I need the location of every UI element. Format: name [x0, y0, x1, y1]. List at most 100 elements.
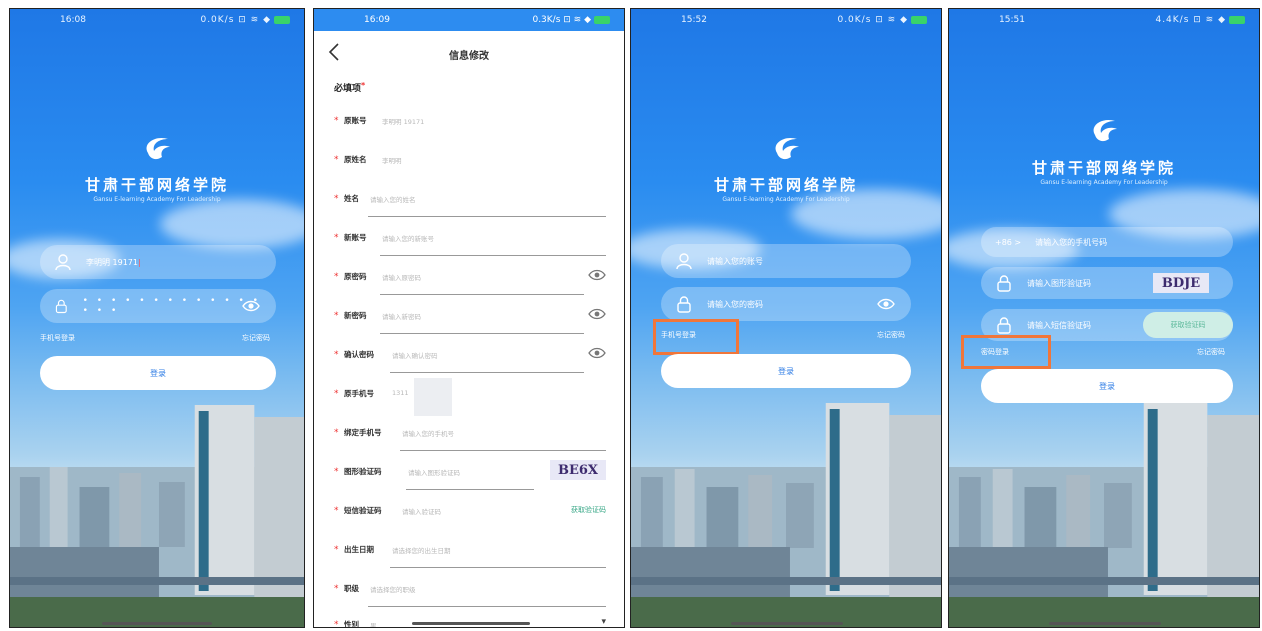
sms-placeholder: 请输入短信验证码: [1027, 320, 1091, 330]
required-section-title: 必填项*: [334, 81, 366, 94]
account-value: 李明明 19171: [86, 257, 138, 267]
bind-phone-input[interactable]: 请输入您的手机号: [402, 428, 454, 438]
field-sms-code[interactable]: * 短信验证码 请输入验证码 获取验证码: [334, 503, 606, 533]
status-icons: 0.3K/s ⊡ ≋ ◆: [532, 15, 610, 25]
highlight-box: [653, 319, 739, 355]
field-new-password[interactable]: * 新密码 请输入新密码: [334, 308, 606, 338]
login-button[interactable]: 登录: [661, 354, 911, 388]
academy-logo-icon: [140, 133, 176, 163]
eye-icon[interactable]: [242, 298, 260, 314]
password-placeholder: 请输入您的密码: [707, 299, 763, 309]
field-graphic-captcha[interactable]: * 图形验证码 请输入图形验证码 BE6X: [334, 460, 606, 494]
confirm-password-input[interactable]: 请输入确认密码: [392, 350, 438, 360]
net-speed: 0.3K/s: [532, 15, 561, 25]
battery-icon: [594, 15, 610, 24]
city-skyline-image: [10, 397, 304, 627]
field-original-account: * 原账号 李明明 19171: [334, 116, 425, 126]
eye-icon[interactable]: [588, 345, 606, 359]
net-speed: 4.4K/s: [1155, 15, 1190, 25]
status-icons: 4.4K/s ⊡ ≋ ◆: [1155, 15, 1245, 25]
field-label: 原账号: [344, 116, 367, 125]
name-input[interactable]: 请输入您的姓名: [370, 194, 416, 204]
field-bind-phone[interactable]: * 绑定手机号 请输入您的手机号: [334, 425, 606, 455]
brand-title: 甘肃干部网络学院: [1031, 159, 1176, 177]
field-label: 出生日期: [344, 545, 374, 554]
divider: [368, 216, 606, 217]
phone-login-link[interactable]: 手机号登录: [40, 333, 75, 343]
get-sms-code-button[interactable]: 获取验证码: [571, 505, 606, 515]
brand-subtitle: Gansu E-learning Academy For Leadership: [1040, 179, 1168, 186]
field-label: 性别: [344, 620, 359, 628]
sms-code-input[interactable]: 请输入验证码: [402, 506, 441, 516]
field-rank[interactable]: * 职级 请选择您的职级: [334, 581, 606, 611]
academy-logo-icon: [769, 133, 805, 163]
field-label: 姓名: [344, 194, 359, 203]
rank-picker[interactable]: 请选择您的职级: [370, 584, 416, 594]
required-label: 必填项: [334, 84, 362, 94]
divider: [380, 255, 606, 256]
status-time: 16:08: [60, 15, 86, 25]
account-placeholder: 请输入您的账号: [707, 256, 763, 266]
field-birth-date[interactable]: * 出生日期 请选择您的出生日期: [334, 542, 606, 572]
status-bar: 16:08 0.0K/s ⊡ ≋ ◆: [10, 9, 304, 31]
divider: [390, 567, 606, 568]
field-name[interactable]: * 姓名 请输入您的姓名: [334, 191, 606, 221]
field-original-name: * 原姓名 李明明: [334, 155, 402, 165]
brand-subtitle: Gansu E-learning Academy For Leadership: [93, 196, 221, 203]
field-label: 新账号: [344, 233, 367, 242]
birth-date-picker[interactable]: 请选择您的出生日期: [392, 545, 451, 555]
divider: [400, 450, 606, 451]
city-skyline-image: [631, 397, 941, 627]
account-input[interactable]: 请输入您的账号: [661, 244, 911, 278]
forgot-password-link[interactable]: 忘记密码: [242, 333, 270, 343]
account-input[interactable]: 李明明 19171 |: [40, 245, 276, 279]
login-button[interactable]: 登录: [40, 356, 276, 390]
field-value: 1311: [392, 389, 409, 397]
old-password-input[interactable]: 请输入原密码: [382, 272, 421, 282]
phone-screen-edit-info: 16:09 0.3K/s ⊡ ≋ ◆ 信息修改 必填项* * 原账号 李明明 19…: [313, 8, 625, 628]
phone-placeholder: 请输入您的手机号码: [1035, 237, 1108, 247]
new-password-input[interactable]: 请输入新密码: [382, 311, 421, 321]
eye-icon[interactable]: [877, 296, 895, 312]
gender-select[interactable]: 男: [370, 620, 377, 627]
field-confirm-password[interactable]: * 确认密码 请输入确认密码: [334, 347, 606, 377]
user-icon: [675, 252, 693, 270]
phone-number-input[interactable]: +86 > 请输入您的手机号码: [981, 227, 1233, 257]
country-code-selector[interactable]: +86 >: [995, 238, 1021, 247]
brand-title: 甘肃干部网络学院: [84, 176, 229, 194]
eye-icon[interactable]: [588, 267, 606, 281]
brand-subtitle: Gansu E-learning Academy For Leadership: [722, 196, 850, 203]
highlight-box: [961, 335, 1051, 369]
field-new-account[interactable]: * 新账号 请输入您的新账号: [334, 230, 606, 260]
home-indicator: [102, 622, 212, 625]
forgot-password-link[interactable]: 忘记密码: [877, 330, 905, 340]
password-input[interactable]: • • • • • • • • • • • • • • • •: [40, 289, 276, 323]
chevron-down-icon[interactable]: ▾: [601, 617, 606, 627]
divider: [380, 333, 584, 334]
status-bar: 16:09 0.3K/s ⊡ ≋ ◆: [314, 9, 624, 31]
lock-icon: [995, 316, 1013, 334]
status-bar: 15:51 4.4K/s ⊡ ≋ ◆: [949, 9, 1259, 31]
field-value: 李明明 19171: [382, 118, 425, 126]
field-label: 原姓名: [344, 155, 367, 164]
field-label: 绑定手机号: [344, 428, 382, 437]
field-label: 原密码: [344, 272, 367, 281]
captcha-image[interactable]: BE6X: [550, 460, 606, 480]
divider: [390, 372, 584, 373]
divider: [406, 489, 534, 490]
city-skyline-image: [949, 397, 1259, 627]
captcha-input[interactable]: 请输入图形验证码: [408, 467, 460, 477]
get-sms-code-button[interactable]: 获取验证码: [1143, 312, 1233, 338]
field-old-password[interactable]: * 原密码 请输入原密码: [334, 269, 606, 299]
field-value: 李明明: [382, 157, 402, 165]
password-input[interactable]: 请输入您的密码: [661, 287, 911, 321]
forgot-password-link[interactable]: 忘记密码: [1197, 347, 1225, 357]
status-icons: 0.0K/s ⊡ ≋ ◆: [200, 15, 290, 25]
battery-icon: [274, 15, 290, 24]
field-label: 图形验证码: [344, 467, 382, 476]
new-account-input[interactable]: 请输入您的新账号: [382, 233, 434, 243]
home-indicator: [412, 622, 530, 625]
captcha-image[interactable]: BDJE: [1153, 273, 1209, 293]
captcha-placeholder: 请输入图形验证码: [1027, 278, 1091, 288]
eye-icon[interactable]: [588, 306, 606, 320]
